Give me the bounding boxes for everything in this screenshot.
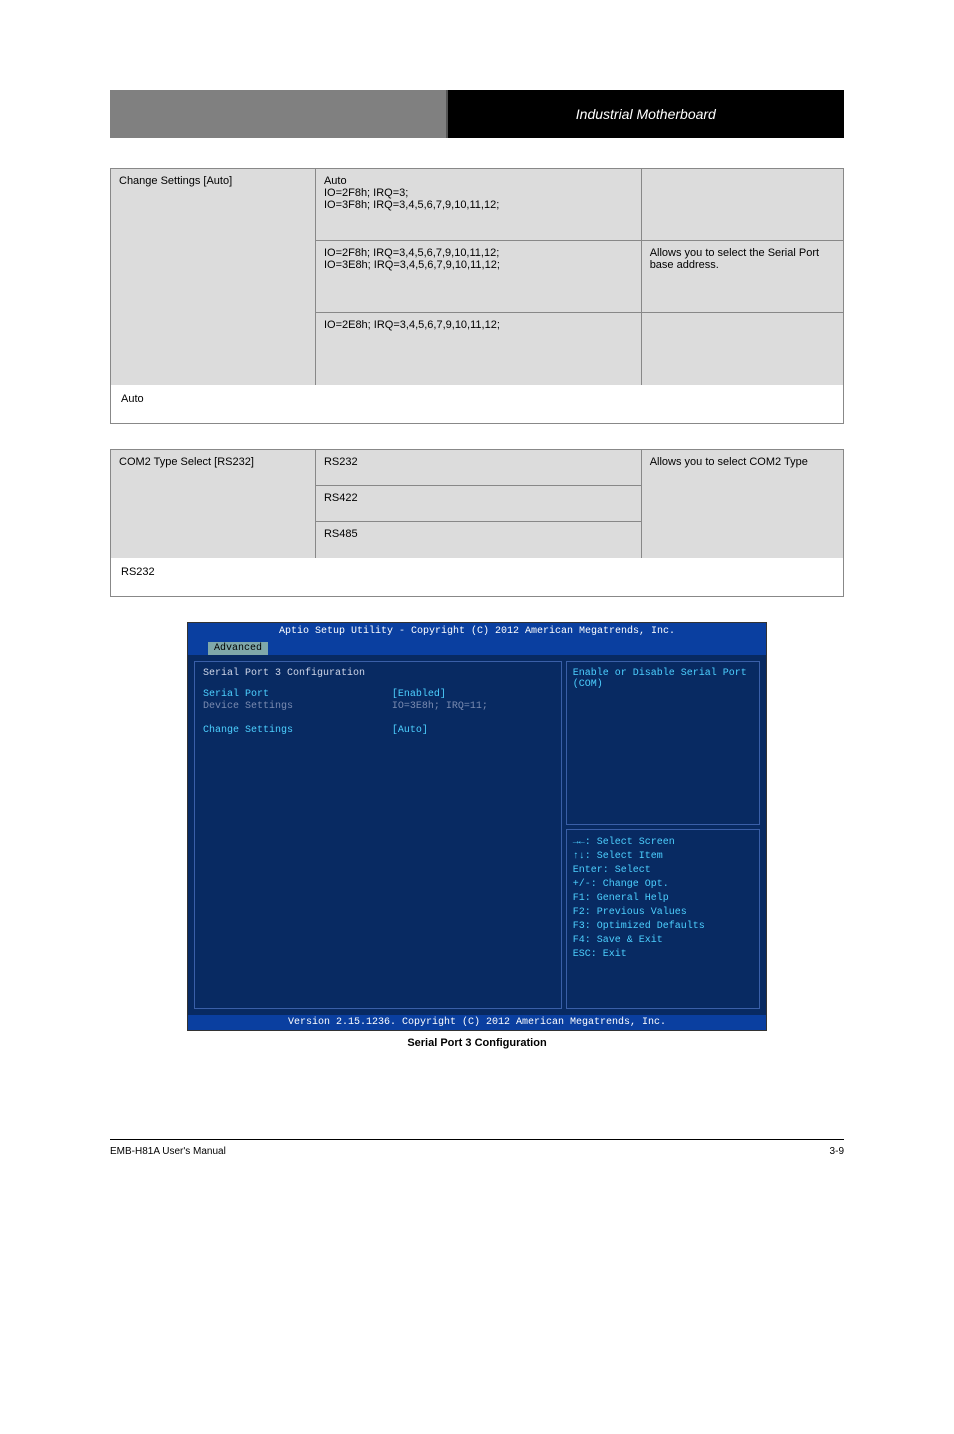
manual-name: EMB-H81A User's Manual [110, 1146, 226, 1157]
page-number: 3-9 [830, 1146, 844, 1157]
setting-desc-col: Allows you to select COM2 Type [642, 450, 843, 558]
bios-left-panel: Serial Port 3 Configuration Serial Port … [194, 661, 562, 1009]
bios-title: Aptio Setup Utility - Copyright (C) 2012… [188, 623, 766, 640]
setting-option: RS232 [316, 450, 641, 486]
setting-option: IO=2F8h; IRQ=3,4,5,6,7,9,10,11,12; IO=3E… [316, 241, 641, 313]
table-row: COM2 Type Select [RS232] RS232 RS422 RS4… [111, 450, 843, 558]
bios-spacer [203, 713, 553, 724]
setting-options-col: Auto IO=2F8h; IRQ=3; IO=3F8h; IRQ=3,4,5,… [316, 169, 642, 385]
setting-options-col: RS232 RS422 RS485 [316, 450, 642, 558]
setting-option: RS422 [316, 486, 641, 522]
bios-label: Serial Port [203, 689, 392, 700]
bios-value: IO=3E8h; IRQ=11; [392, 701, 553, 712]
setting-desc [642, 313, 843, 385]
figure-caption: Serial Port 3 Configuration [110, 1037, 844, 1049]
settings-table-1: Change Settings [Auto] Auto IO=2F8h; IRQ… [110, 168, 844, 424]
page-footer: EMB-H81A User's Manual 3-9 [110, 1139, 844, 1157]
bios-setting-row: Change Settings [Auto] [203, 725, 553, 736]
bios-section-title: Serial Port 3 Configuration [203, 668, 553, 679]
bios-help-text: Enable or Disable Serial Port (COM) [566, 661, 760, 825]
setting-option: RS485 [316, 522, 641, 558]
bios-footer: Version 2.15.1236. Copyright (C) 2012 Am… [188, 1015, 766, 1030]
bios-value: [Enabled] [392, 689, 553, 700]
bios-setting-row: Serial Port [Enabled] [203, 689, 553, 700]
bios-label: Device Settings [203, 701, 392, 712]
bios-label: Change Settings [203, 725, 392, 736]
bios-setting-row: Device Settings IO=3E8h; IRQ=11; [203, 701, 553, 712]
bios-tab-bar: Advanced [188, 640, 766, 655]
default-value-row: RS232 [111, 558, 843, 596]
bios-tab-advanced: Advanced [208, 642, 268, 655]
bios-value: [Auto] [392, 725, 553, 736]
setting-desc: Allows you to select the Serial Port bas… [642, 241, 843, 313]
bios-right-panel: Enable or Disable Serial Port (COM) →←: … [566, 661, 760, 1009]
bios-body: Serial Port 3 Configuration Serial Port … [188, 655, 766, 1015]
bios-screenshot: Aptio Setup Utility - Copyright (C) 2012… [187, 622, 767, 1031]
table-row: Change Settings [Auto] Auto IO=2F8h; IRQ… [111, 169, 843, 385]
setting-desc [642, 169, 843, 241]
setting-name: COM2 Type Select [RS232] [111, 450, 316, 558]
setting-desc: Allows you to select COM2 Type [642, 450, 843, 558]
setting-desc-col: Allows you to select the Serial Port bas… [642, 169, 843, 385]
page-header-band: Industrial Motherboard [110, 90, 844, 138]
bios-key-legend: →←: Select Screen ↑↓: Select Item Enter:… [566, 829, 760, 1009]
default-value-row: Auto [111, 385, 843, 423]
setting-option: IO=2E8h; IRQ=3,4,5,6,7,9,10,11,12; [316, 313, 641, 385]
settings-table-2: COM2 Type Select [RS232] RS232 RS422 RS4… [110, 449, 844, 597]
header-left-block [110, 90, 448, 138]
setting-option: Auto IO=2F8h; IRQ=3; IO=3F8h; IRQ=3,4,5,… [316, 169, 641, 241]
header-right-block: Industrial Motherboard [448, 90, 844, 138]
header-right-text: Industrial Motherboard [576, 106, 716, 122]
setting-name: Change Settings [Auto] [111, 169, 316, 385]
